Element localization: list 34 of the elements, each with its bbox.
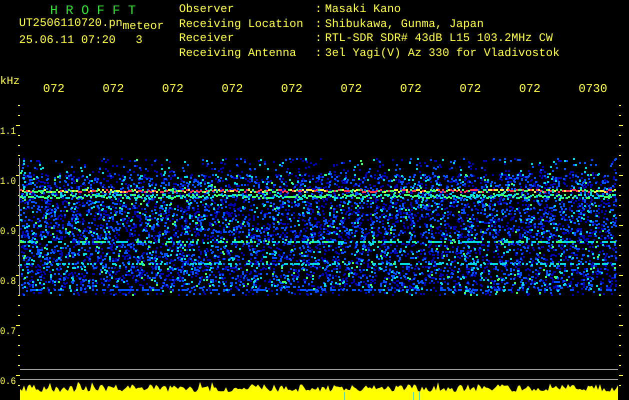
info-label: Observer [179, 4, 236, 18]
time-label: 0730 [578, 82, 608, 96]
info-separator: : [315, 33, 323, 47]
y-axis-label: 0.9 [0, 227, 18, 238]
info-separator: : [315, 4, 323, 18]
app-title: H R O F F T [49, 4, 137, 18]
time-label: 072 [460, 82, 482, 96]
info-separator: : [315, 18, 323, 32]
time-label: 072 [162, 82, 184, 96]
time-label: 072 [102, 82, 124, 96]
info-separator: : [315, 48, 323, 62]
time-label: 072 [400, 82, 422, 96]
time-label: 072 [519, 82, 541, 96]
file-name: UT2506110720.pn [19, 18, 123, 30]
time-label: 072 [340, 82, 362, 96]
count-text: 3 [136, 35, 143, 47]
time-label: 072 [222, 82, 244, 96]
y-axis-unit: kHz [0, 76, 20, 88]
date-time: 25.06.11 07:20 [19, 35, 116, 47]
y-axis-label: 1.1 [0, 127, 18, 138]
file-tag: meteor [122, 21, 164, 33]
info-value: Shibukawa, Gunma, Japan [325, 18, 485, 32]
info-label: Receiving Antenna [179, 48, 298, 62]
info-value: RTL-SDR SDR# 43dB L15 103.2MHz CW [325, 33, 554, 47]
info-value: Masaki Kano [325, 4, 402, 18]
info-label: Receiver [179, 33, 236, 47]
y-axis-label: 0.8 [0, 277, 18, 288]
time-label: 072 [43, 82, 65, 96]
y-axis-label: 0.7 [0, 327, 18, 338]
info-value: 3el Yagi(V) Az 330 for Vladivostok [325, 48, 560, 62]
y-axis-label: 1.0 [0, 177, 18, 188]
time-label: 072 [281, 82, 303, 96]
y-axis-label: 0.6 [0, 377, 18, 388]
info-label: Receiving Location [179, 18, 304, 32]
